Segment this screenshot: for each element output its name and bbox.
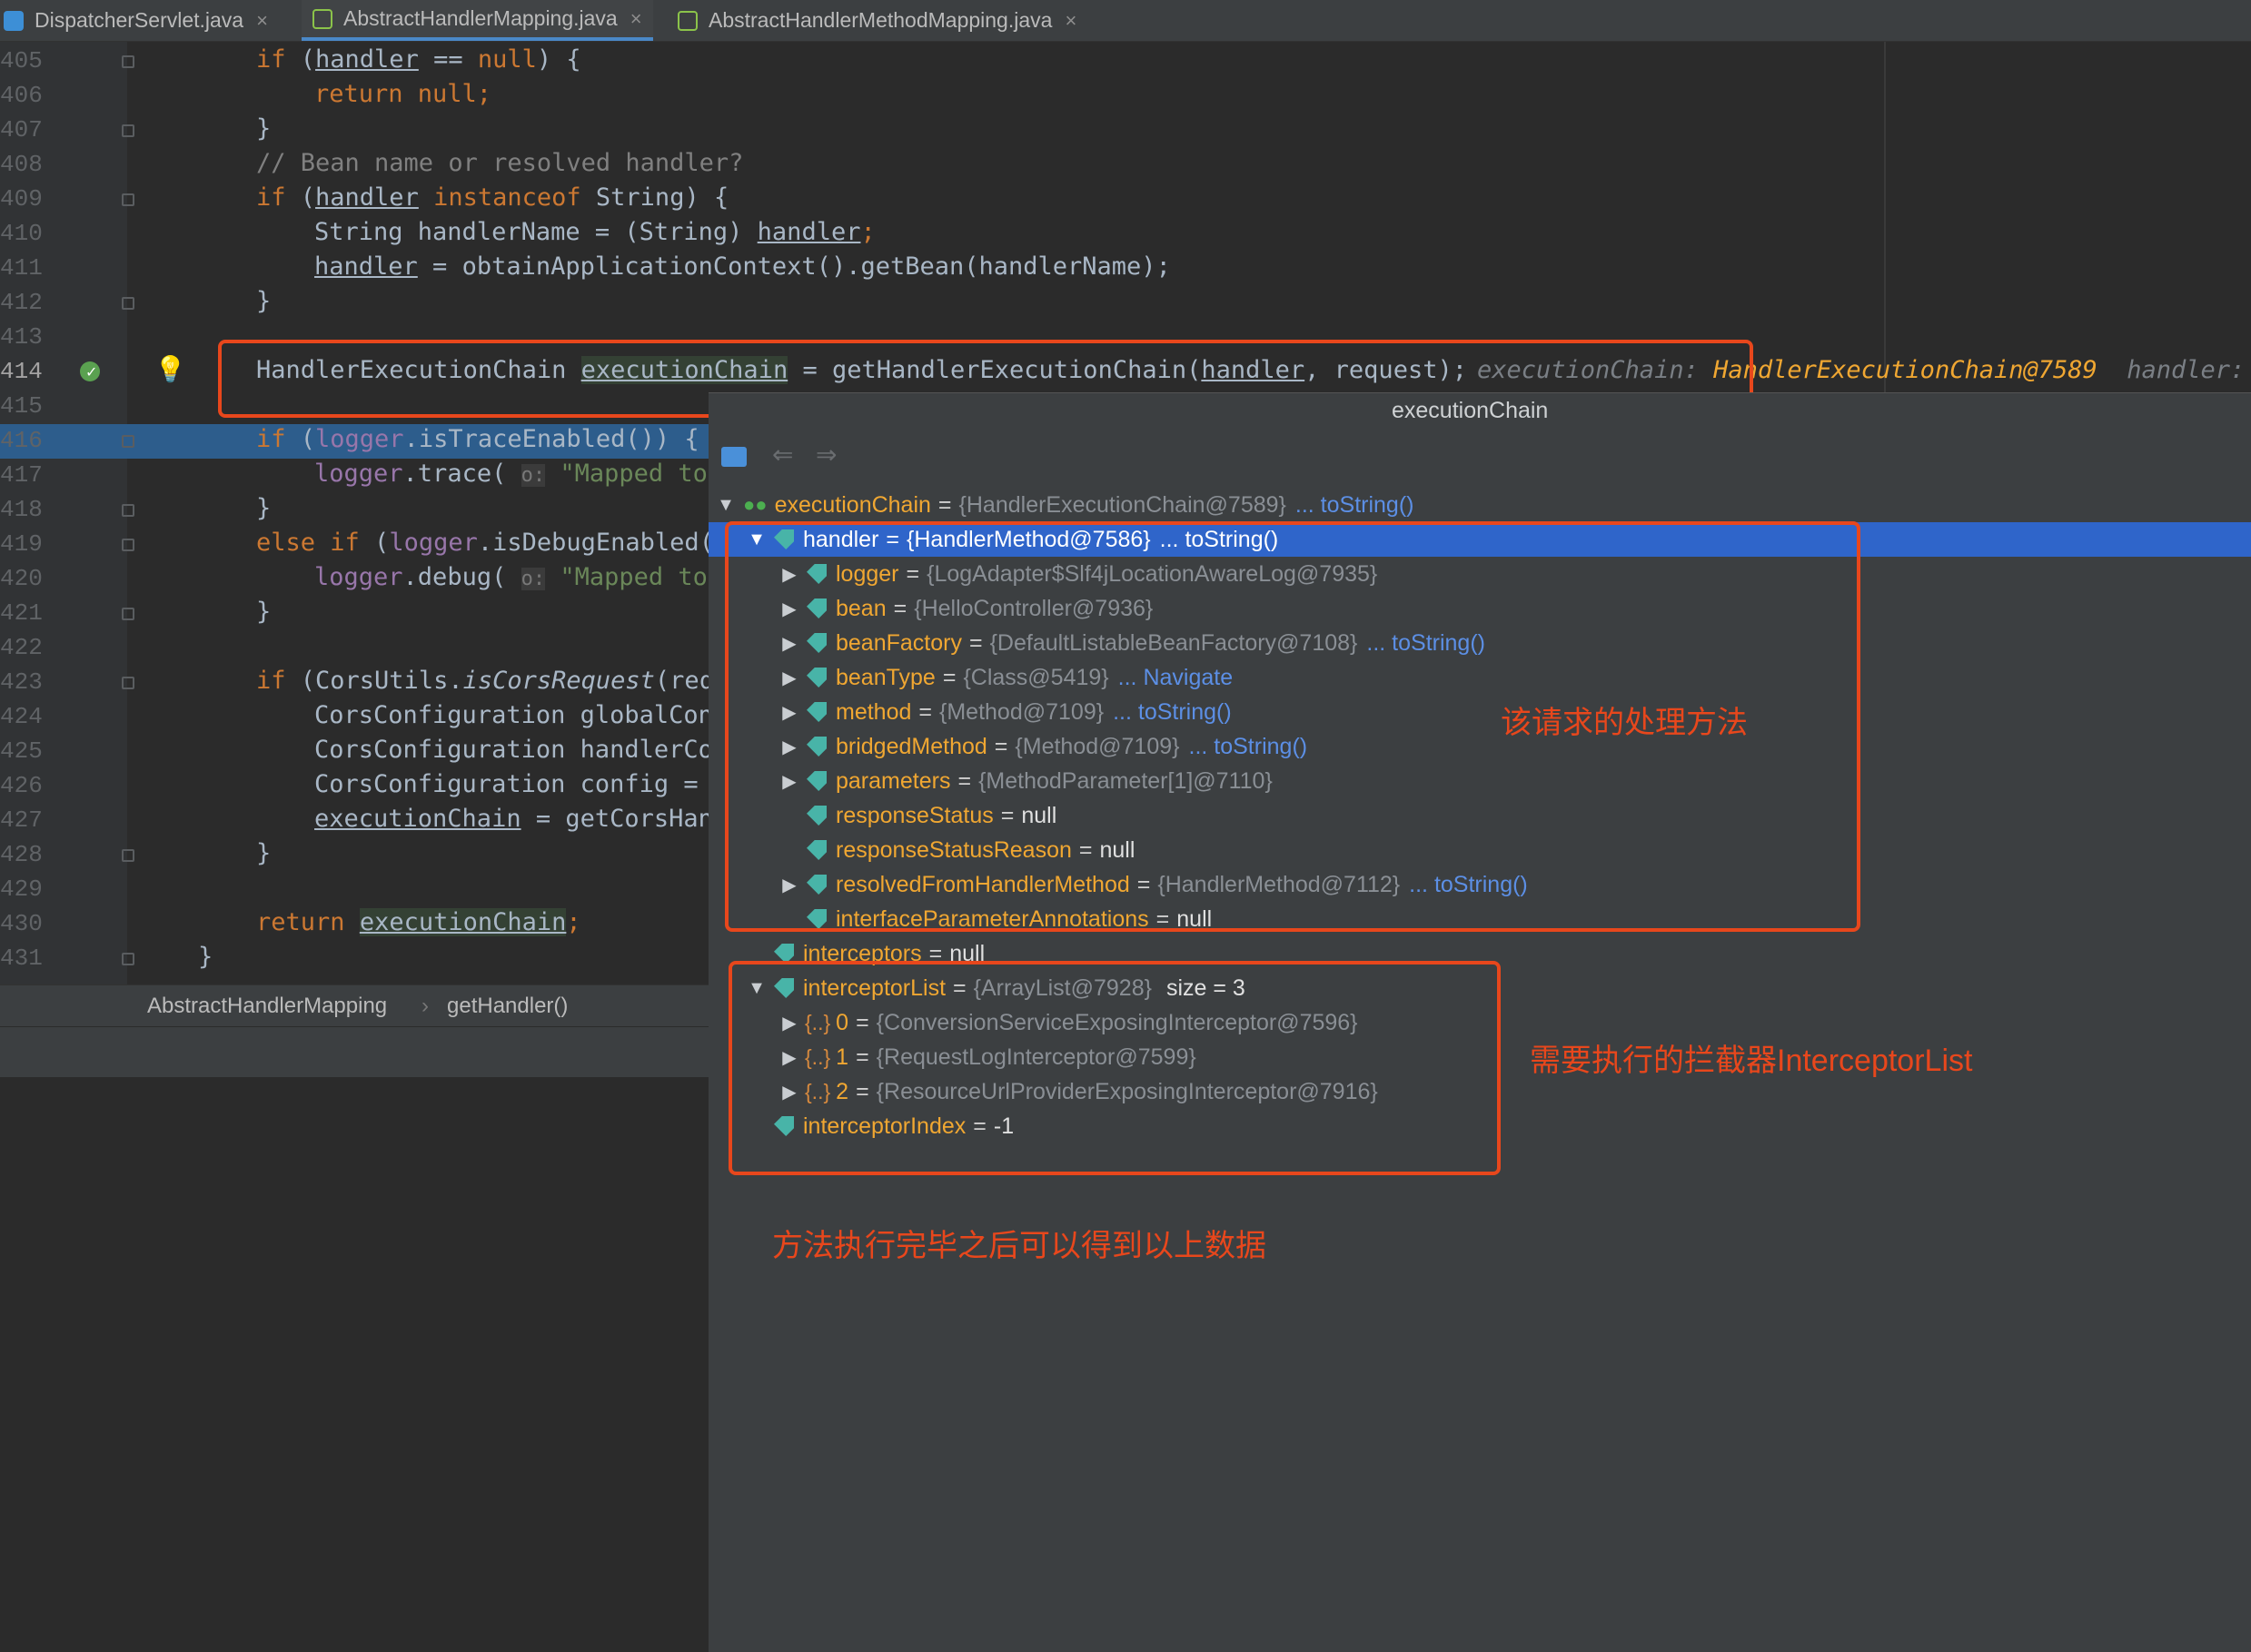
var-value: {HandlerExecutionChain@7589} (958, 491, 1286, 518)
java-class-icon (4, 10, 24, 31)
popup-title-text: executionChain (1392, 398, 1549, 423)
line-number: 420 (0, 565, 43, 592)
code-line-410: String handlerName = (String) handler; (314, 218, 876, 246)
watch-glasses-icon: ●● (743, 493, 768, 516)
java-abstract-class-icon (312, 8, 332, 29)
code-line-411: handler = obtainApplicationContext().get… (314, 252, 1171, 281)
code-line-412: } (256, 287, 272, 315)
fold-marker-icon[interactable] (122, 953, 134, 965)
code-line-406: return null; (314, 80, 492, 108)
fold-marker-icon[interactable] (122, 297, 134, 310)
right-margin-guide (1884, 42, 1886, 392)
code-line-426: CorsConfiguration config = (314, 770, 699, 798)
check-icon: ✓ (85, 365, 98, 381)
fold-marker-icon[interactable] (122, 608, 134, 620)
highlight-box-interceptorlist (729, 961, 1501, 1175)
line-number: 419 (0, 530, 43, 558)
java-abstract-class-icon (678, 10, 698, 31)
line-number: 423 (0, 668, 43, 696)
line-number: 414 (0, 358, 43, 385)
code-line-420: logger.debug( o: "Mapped to (314, 563, 708, 591)
code-line-408: // Bean name or resolved handler? (256, 149, 744, 177)
line-number: 413 (0, 323, 43, 351)
code-line-424: CorsConfiguration globalCon (314, 701, 713, 729)
tab-dispatcherservlet[interactable]: DispatcherServlet.java × (4, 0, 268, 41)
line-number: 429 (0, 875, 43, 903)
var-name: executionChain (774, 491, 931, 518)
line-number: 416 (0, 427, 43, 454)
tab-label: DispatcherServlet.java (35, 8, 244, 32)
code-line-421: } (256, 598, 272, 626)
annotation-summary: 方法执行完毕之后可以得到以上数据 (772, 1229, 1266, 1263)
code-line-428: } (256, 839, 272, 867)
fold-marker-icon[interactable] (122, 435, 134, 448)
code-line-423: if (CorsUtils.isCorsRequest(req (256, 667, 714, 695)
popup-title: executionChain (709, 392, 2251, 432)
code-line-419: else if (logger.isDebugEnabled( (256, 529, 714, 557)
line-number: 422 (0, 634, 43, 661)
line-number: 406 (0, 82, 43, 109)
line-number: 428 (0, 841, 43, 868)
code-line-405: if (handler == null) { (256, 45, 581, 74)
fold-marker-icon[interactable] (122, 193, 134, 206)
line-number: 421 (0, 599, 43, 627)
breadcrumb-separator: › (421, 994, 429, 1018)
forward-arrow-icon[interactable]: ⇒ (816, 440, 837, 470)
line-number: 410 (0, 220, 43, 247)
fold-marker-icon[interactable] (122, 504, 134, 517)
annotation-interceptorlist: 需要执行的拦截器InterceptorList (1530, 1044, 1973, 1078)
equals: = (937, 491, 952, 518)
line-number: 418 (0, 496, 43, 523)
debug-toolbar-strip (0, 1026, 709, 1078)
fold-marker-icon[interactable] (122, 539, 134, 551)
annotation-handler: 该请求的处理方法 (1501, 706, 1748, 740)
line-number: 408 (0, 151, 43, 178)
breadcrumb-method[interactable]: getHandler() (447, 994, 568, 1019)
line-number: 407 (0, 116, 43, 143)
line-number: 425 (0, 737, 43, 765)
code-line-430: return executionChain; (256, 908, 581, 936)
line-number: 405 (0, 47, 43, 74)
code-line-409: if (handler instanceof String) { (256, 183, 729, 212)
code-line-418: } (256, 494, 272, 522)
line-number: 424 (0, 703, 43, 730)
collapse-icon[interactable]: ▼ (716, 495, 736, 516)
code-line-416: if (logger.isTraceEnabled()) { (256, 425, 699, 453)
fold-marker-icon[interactable] (122, 124, 134, 137)
popup-toolbar: ⇐ ⇒ (709, 432, 2251, 485)
tab-abstracthandlermapping[interactable]: AbstractHandlerMapping.java × (302, 0, 653, 41)
close-icon[interactable]: × (1065, 9, 1076, 33)
line-number: 411 (0, 254, 43, 282)
fold-marker-icon[interactable] (122, 849, 134, 862)
fold-marker-icon[interactable] (122, 677, 134, 689)
close-icon[interactable]: × (630, 7, 642, 31)
tree-row-executionchain[interactable]: ▼ ●● executionChain = {HandlerExecutionC… (709, 488, 2251, 522)
code-line-431: } (198, 943, 213, 971)
tab-label: AbstractHandlerMethodMapping.java (709, 8, 1053, 32)
code-line-425: CorsConfiguration handlerCo (314, 736, 713, 764)
fold-marker-icon[interactable] (122, 55, 134, 68)
code-line-407: } (256, 114, 272, 143)
line-number: 415 (0, 392, 43, 420)
code-line-427: executionChain = getCorsHan (314, 805, 713, 833)
line-number: 427 (0, 806, 43, 834)
line-number: 426 (0, 772, 43, 799)
line-number: 417 (0, 461, 43, 489)
lower-panel (0, 1077, 709, 1651)
code-line-417: logger.trace( o: "Mapped to (314, 460, 708, 488)
tab-abstracthandlermethodmapping[interactable]: AbstractHandlerMethodMapping.java × (678, 0, 1076, 41)
line-number: 409 (0, 185, 43, 213)
tab-label: AbstractHandlerMapping.java (343, 6, 618, 30)
breadcrumb: AbstractHandlerMapping › getHandler() (0, 984, 709, 1027)
line-number: 430 (0, 910, 43, 937)
editor-tab-bar: DispatcherServlet.java × AbstractHandler… (0, 0, 2251, 42)
tostring-link[interactable]: ... toString() (1295, 492, 1414, 519)
line-number: 431 (0, 945, 43, 972)
open-in-variables-icon[interactable] (721, 447, 747, 467)
lightbulb-icon[interactable]: 💡 (154, 354, 186, 384)
close-icon[interactable]: × (256, 9, 268, 33)
breadcrumb-class[interactable]: AbstractHandlerMapping (147, 994, 387, 1019)
line-number: 412 (0, 289, 43, 316)
back-arrow-icon[interactable]: ⇐ (772, 440, 793, 470)
